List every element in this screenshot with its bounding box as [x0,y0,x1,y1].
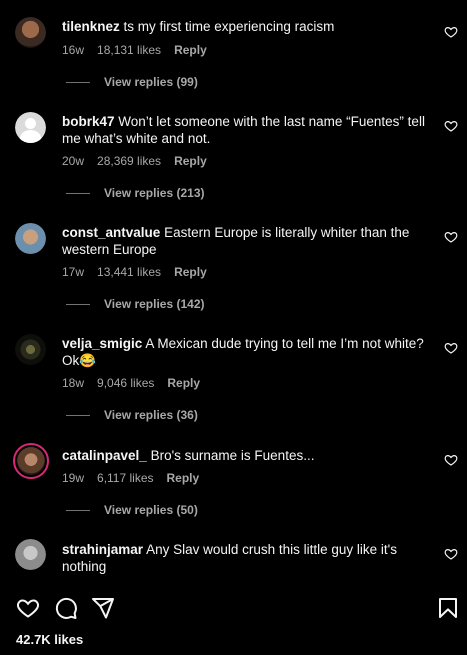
avatar[interactable] [15,539,46,570]
avatar[interactable] [15,223,46,254]
comment-age: 19w [62,471,85,485]
comment-age: 18w [62,376,85,390]
comment-age: 20w [62,154,85,168]
avatar[interactable] [15,17,46,48]
comment-age: 17w [62,265,85,279]
view-replies-label: View replies (99) [104,75,198,89]
comment-username[interactable]: velja_smigic [62,336,142,351]
comment-meta: 16w 18,131 likes Reply [62,43,220,57]
view-replies-button[interactable]: View replies (142) [66,297,205,311]
reply-button[interactable]: Reply [167,376,200,390]
reply-button[interactable]: Reply [174,265,207,279]
replies-divider [66,81,90,83]
replies-divider [66,192,90,194]
replies-divider [66,509,90,511]
comment-meta: 19w 6,117 likes Reply [62,471,212,485]
comment-username[interactable]: tilenknez [62,19,120,34]
comment-meta: 17w 13,441 likes Reply [62,265,220,279]
comment-username[interactable]: const_antvalue [62,225,160,240]
comment-text: ts my first time experiencing racism [123,19,335,34]
heart-icon[interactable] [16,596,40,620]
comment-meta: 20w 28,369 likes Reply [62,154,220,168]
comment-username[interactable]: catalinpavel_ [62,448,147,463]
view-replies-label: View replies (213) [104,186,205,200]
view-replies-label: View replies (50) [104,503,198,517]
comment-likes[interactable]: 28,369 likes [97,154,161,168]
comments-list: tilenknez ts my first time experiencing … [0,0,467,582]
comment-username[interactable]: strahinjamar [62,542,143,557]
comment-bubble-icon[interactable] [54,596,78,620]
heart-outline-icon[interactable] [444,547,458,561]
comment-likes[interactable]: 18,131 likes [97,43,161,57]
comment-age: 16w [62,43,85,57]
comment-body: bobrk47 Won’t let someone with the last … [62,113,432,147]
heart-outline-icon[interactable] [444,119,458,133]
reply-button[interactable]: Reply [167,471,200,485]
view-replies-label: View replies (142) [104,297,205,311]
view-replies-label: View replies (36) [104,408,198,422]
view-replies-button[interactable]: View replies (99) [66,75,198,89]
heart-outline-icon[interactable] [444,230,458,244]
avatar[interactable] [15,112,46,143]
comment-body: velja_smigic A Mexican dude trying to te… [62,335,432,369]
comment-meta: 18w 9,046 likes Reply [62,376,213,390]
comment-body: const_antvalue Eastern Europe is literal… [62,224,432,258]
heart-outline-icon[interactable] [444,25,458,39]
post-action-bar: 42.7K likes [0,582,467,655]
comment-body: catalinpavel_ Bro's surname is Fuentes..… [62,447,432,464]
post-likes-count[interactable]: 42.7K likes [16,632,83,647]
reply-button[interactable]: Reply [174,154,207,168]
reply-button[interactable]: Reply [174,43,207,57]
comment-body: strahinjamar Any Slav would crush this l… [62,541,432,575]
view-replies-button[interactable]: View replies (50) [66,503,198,517]
replies-divider [66,414,90,416]
comment-body: tilenknez ts my first time experiencing … [62,18,432,35]
comment-likes[interactable]: 9,046 likes [97,376,154,390]
view-replies-button[interactable]: View replies (36) [66,408,198,422]
replies-divider [66,303,90,305]
avatar[interactable] [13,443,49,479]
paper-plane-icon[interactable] [91,596,115,620]
heart-outline-icon[interactable] [444,453,458,467]
comment-likes[interactable]: 13,441 likes [97,265,161,279]
avatar[interactable] [15,334,46,365]
comment-username[interactable]: bobrk47 [62,114,115,129]
heart-outline-icon[interactable] [444,341,458,355]
comment-text: Won’t let someone with the last name “Fu… [62,114,425,146]
comment-likes[interactable]: 6,117 likes [97,471,153,485]
comment-text: Bro's surname is Fuentes... [150,448,315,463]
view-replies-button[interactable]: View replies (213) [66,186,205,200]
bookmark-icon[interactable] [436,596,460,620]
